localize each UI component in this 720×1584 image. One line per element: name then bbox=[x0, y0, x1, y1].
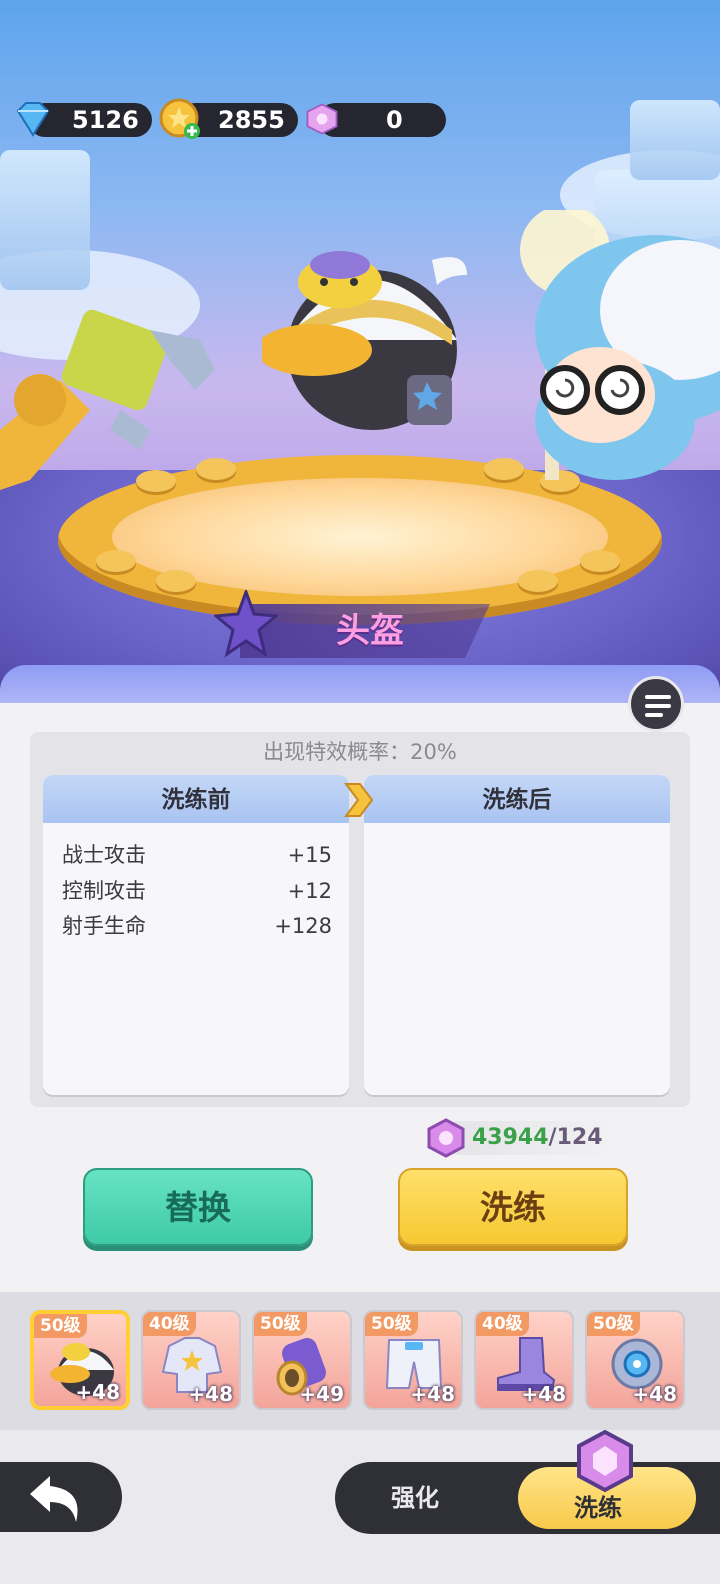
equipment-slot-gauntlet[interactable]: 50级 +49 bbox=[252, 1310, 352, 1410]
tab-strengthen[interactable]: 强化 bbox=[360, 1478, 470, 1518]
equipment-level: 50级 bbox=[34, 1314, 87, 1338]
stat-row: 射手生命 +128 bbox=[62, 911, 332, 941]
equipment-level: 40级 bbox=[143, 1312, 196, 1336]
cost-required: /124 bbox=[548, 1125, 603, 1150]
stat-row: 战士攻击 +15 bbox=[62, 840, 332, 870]
refine-crystal-icon bbox=[577, 1429, 633, 1493]
equipment-bonus: +48 bbox=[188, 1382, 233, 1406]
robot-arm-decoration bbox=[0, 310, 215, 490]
stat-value: +12 bbox=[287, 879, 332, 903]
star-icon bbox=[214, 590, 278, 658]
effect-probability-text: 出现特效概率：20% bbox=[263, 740, 457, 764]
equipment-level: 50级 bbox=[587, 1312, 640, 1336]
equipment-bonus: +49 bbox=[299, 1382, 344, 1406]
equipment-bonus: +48 bbox=[632, 1382, 677, 1406]
equipment-bonus: +48 bbox=[410, 1382, 455, 1406]
equipment-level: 50级 bbox=[254, 1312, 307, 1336]
equipment-bonus: +48 bbox=[75, 1380, 120, 1404]
item-name: 头盔 bbox=[336, 611, 404, 651]
helmet-equipment-image bbox=[262, 251, 467, 430]
arrow-right-icon bbox=[344, 783, 374, 817]
gem-count: 5126 bbox=[72, 106, 139, 134]
equipment-level: 50级 bbox=[365, 1312, 418, 1336]
equipment-slot-pants[interactable]: 50级 +48 bbox=[363, 1310, 463, 1410]
equipment-slot-armor[interactable]: 40级 +48 bbox=[141, 1310, 241, 1410]
after-refine-title: 洗练后 bbox=[364, 775, 670, 823]
stat-row: 控制攻击 +12 bbox=[62, 876, 332, 906]
replace-button[interactable]: 替换 bbox=[83, 1168, 313, 1246]
equipment-slot-ring[interactable]: 50级 +48 bbox=[585, 1310, 685, 1410]
gold-coin-add-icon[interactable] bbox=[158, 97, 202, 141]
character-decoration bbox=[520, 210, 720, 480]
equipment-slot-boots[interactable]: 40级 +48 bbox=[474, 1310, 574, 1410]
stat-name: 控制攻击 bbox=[62, 879, 146, 903]
stat-value: +15 bbox=[287, 843, 332, 867]
cost-owned: 43944 bbox=[472, 1125, 549, 1150]
stat-name: 战士攻击 bbox=[62, 843, 146, 867]
crystal-icon bbox=[306, 103, 338, 135]
refine-cost: 43944/124 bbox=[472, 1121, 603, 1155]
equipment-level: 40级 bbox=[476, 1312, 529, 1336]
diamond-icon bbox=[16, 102, 50, 137]
tab-refine-label: 洗练 bbox=[574, 1494, 622, 1522]
crystal-icon bbox=[427, 1118, 465, 1158]
equipment-bonus: +48 bbox=[521, 1382, 566, 1406]
back-button[interactable] bbox=[0, 1462, 122, 1532]
gold-count: 2855 bbox=[218, 106, 285, 134]
crystal-count: 0 bbox=[386, 106, 403, 134]
panel-header-strip bbox=[0, 665, 720, 707]
after-refine-card: 洗练后 bbox=[364, 775, 670, 1095]
equipment-slot-helmet[interactable]: 50级 +48 bbox=[30, 1310, 130, 1410]
before-refine-title: 洗练前 bbox=[43, 775, 349, 823]
refine-button[interactable]: 洗练 bbox=[398, 1168, 628, 1246]
menu-list-icon[interactable] bbox=[628, 676, 684, 732]
stat-value: +128 bbox=[274, 914, 332, 938]
stat-name: 射手生命 bbox=[62, 914, 146, 938]
back-arrow-icon bbox=[30, 1476, 78, 1522]
